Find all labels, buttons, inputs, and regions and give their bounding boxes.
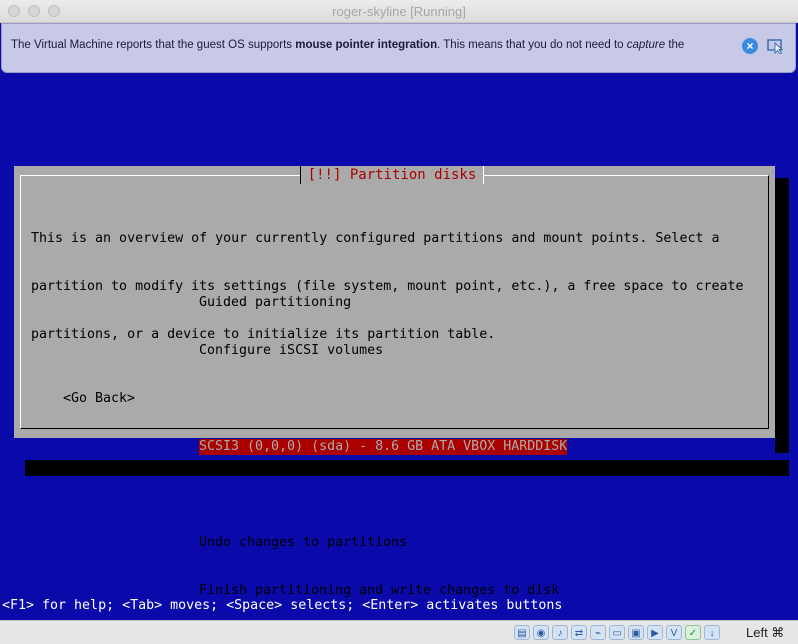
shared-folders-icon[interactable]: ▭: [609, 625, 625, 640]
banner-text-1: The Virtual Machine reports that the gue…: [11, 39, 296, 51]
vm-status-bar: ▤ ◉ ♪ ⇄ ⌁ ▭ ▣ ▶ V ✓ ↓ Left ⌘: [0, 620, 798, 644]
menu-spacer: [199, 487, 567, 503]
audio-icon[interactable]: ♪: [552, 625, 568, 640]
description-line: This is an overview of your currently co…: [31, 231, 720, 246]
status-icons: ▤ ◉ ♪ ⇄ ⌁ ▭ ▣ ▶ V ✓ ↓: [514, 625, 720, 640]
mouse-pointer-icon[interactable]: [767, 38, 785, 55]
dialog-shadow-right: [775, 178, 789, 453]
dialog-title: [!!] Partition disks: [300, 166, 484, 184]
banner-message: The Virtual Machine reports that the gue…: [11, 39, 684, 51]
usb-icon[interactable]: ⌁: [590, 625, 606, 640]
display-icon[interactable]: ▣: [628, 625, 644, 640]
menu-item-undo-changes[interactable]: Undo changes to partitions: [199, 535, 567, 551]
partition-disks-dialog: [!!] Partition disks This is an overview…: [14, 166, 775, 598]
banner-text-bold: mouse pointer integration: [295, 39, 438, 51]
menu-item-guided-partitioning[interactable]: Guided partitioning: [199, 295, 567, 311]
virtualization-icon[interactable]: V: [666, 625, 682, 640]
close-icon[interactable]: ×: [742, 38, 758, 54]
mouse-integration-icon[interactable]: ✓: [685, 625, 701, 640]
menu-spacer: [199, 391, 567, 407]
banner-text-3: the: [665, 39, 685, 51]
optical-disk-icon[interactable]: ◉: [533, 625, 549, 640]
partition-menu: Guided partitioning Configure iSCSI volu…: [199, 263, 568, 631]
video-capture-icon[interactable]: ▶: [647, 625, 663, 640]
download-icon[interactable]: ↓: [704, 625, 720, 640]
menu-item-configure-iscsi[interactable]: Configure iSCSI volumes: [199, 343, 567, 359]
host-key-label: Left ⌘: [746, 625, 785, 640]
network-icon[interactable]: ⇄: [571, 625, 587, 640]
menu-item-disk-sda[interactable]: SCSI3 (0,0,0) (sda) - 8.6 GB ATA VBOX HA…: [199, 439, 568, 455]
banner-text-2: . This means that you do not need to: [437, 39, 627, 51]
window-titlebar[interactable]: roger-skyline [Running]: [0, 0, 798, 23]
mouse-integration-banner: The Virtual Machine reports that the gue…: [1, 23, 796, 73]
hard-disk-icon[interactable]: ▤: [514, 625, 530, 640]
menu-item-finish-partitioning[interactable]: Finish partitioning and write changes to…: [199, 583, 567, 599]
banner-text-italic: capture: [626, 39, 666, 51]
window-title: roger-skyline [Running]: [332, 4, 466, 19]
menu-item-disk-sda-label[interactable]: SCSI3 (0,0,0) (sda) - 8.6 GB ATA VBOX HA…: [199, 439, 568, 455]
help-line: <F1> for help; <Tab> moves; <Space> sele…: [2, 598, 563, 613]
go-back-button[interactable]: <Go Back>: [63, 391, 135, 407]
